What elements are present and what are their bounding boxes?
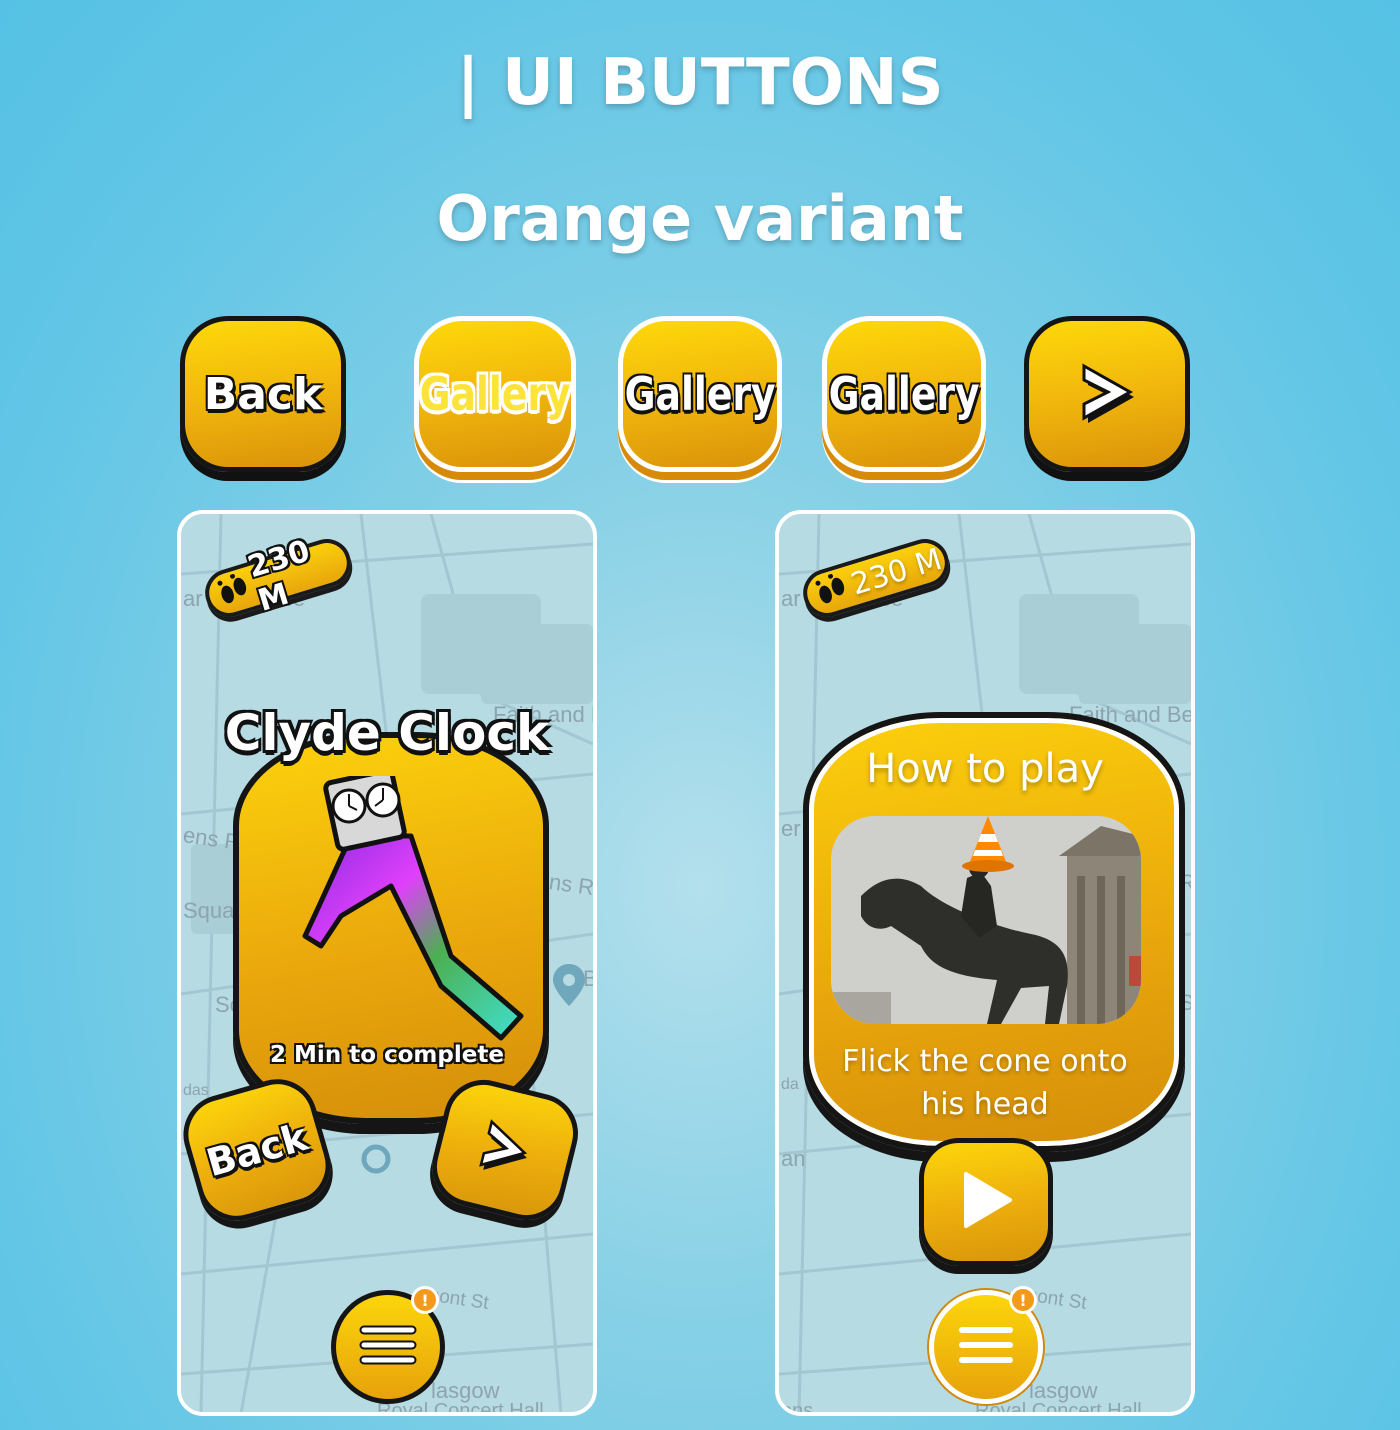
instruction-text: Flick the cone onto his head	[779, 1040, 1191, 1126]
gallery-button-alt[interactable]: Gallery	[822, 316, 986, 472]
how-to-play-heading: How to play	[866, 746, 1104, 792]
back-button-label: Back	[203, 368, 323, 420]
hamburger-menu-icon	[956, 1323, 1016, 1372]
map-label: B	[583, 966, 597, 991]
game-title: Clyde Clock	[224, 704, 550, 762]
footprints-icon	[213, 570, 256, 613]
instruction-line: Flick the cone onto	[842, 1044, 1128, 1079]
back-button-label: Back	[201, 1114, 313, 1186]
map-label: ar	[781, 586, 801, 611]
gallery-button[interactable]: Gallery	[618, 316, 782, 472]
traffic-cone-icon	[962, 816, 1014, 872]
clock-character-icon	[302, 776, 524, 1041]
footprints-icon	[811, 570, 854, 613]
gallery-button-label: Gallery	[419, 367, 571, 421]
notification-badge: !	[1009, 1286, 1037, 1314]
chevron-right-icon	[467, 1107, 543, 1193]
page-title: | UI BUTTONS	[456, 46, 944, 120]
map-label: Royal Concert Hall	[377, 1400, 544, 1416]
map-label: er	[781, 816, 801, 841]
play-icon	[956, 1168, 1016, 1237]
instruction-line: his head	[921, 1087, 1049, 1122]
map-label: ar	[183, 586, 203, 611]
map-label: an	[781, 1146, 806, 1171]
gallery-button-label: Gallery	[624, 367, 776, 421]
gallery-button-label: Gallery	[828, 367, 980, 421]
variant-subtitle: Orange variant	[436, 182, 964, 255]
map-label: ons	[781, 1400, 814, 1416]
play-button[interactable]	[919, 1138, 1053, 1266]
map-label: das	[183, 1082, 209, 1099]
back-button[interactable]: Back	[180, 316, 346, 472]
map-label: Royal Concert Hall	[975, 1400, 1142, 1416]
notification-badge: !	[411, 1286, 439, 1314]
phone-screen-game-intro: ar ice Faith and Bel ens R ns R Squar So…	[177, 510, 597, 1416]
game-duration: 2 Min to complete	[270, 1042, 504, 1068]
phone-screen-how-to-play: ar ice Faith and Bel er R S an da rmont …	[775, 510, 1195, 1416]
gallery-button-highlighted[interactable]: Gallery	[414, 316, 576, 472]
chevron-right-icon	[1072, 352, 1142, 436]
hamburger-menu-icon	[358, 1323, 418, 1372]
next-arrow-button[interactable]	[1024, 316, 1190, 472]
